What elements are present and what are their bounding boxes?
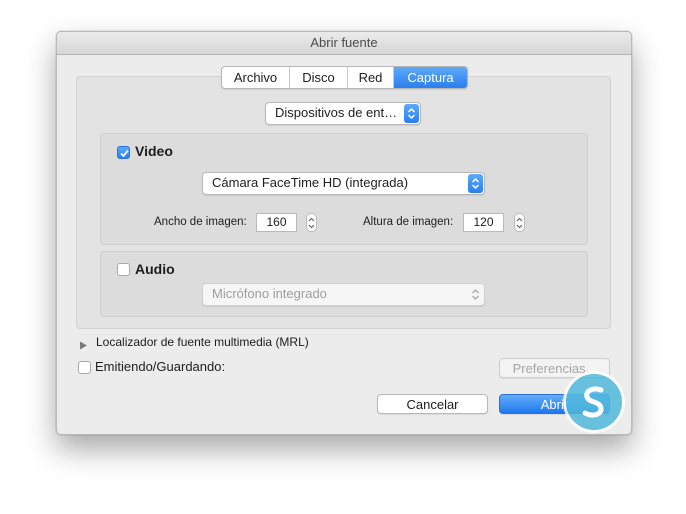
height-label: Altura de imagen: (363, 216, 454, 228)
popup-arrows-icon (404, 104, 419, 123)
capture-source-popup[interactable]: Dispositivos de ent… (265, 102, 421, 125)
streaming-checkbox[interactable] (78, 361, 91, 374)
audio-label: Audio (135, 261, 175, 277)
source-tabs: Archivo Disco Red Captura (221, 66, 468, 89)
popup-arrows-icon (468, 174, 483, 193)
audio-device-popup[interactable]: Micrófono integrado (202, 283, 485, 306)
dialog-title: Abrir fuente (57, 32, 631, 55)
tab-archivo[interactable]: Archivo (222, 67, 290, 88)
capture-source-value: Dispositivos de ent… (275, 105, 398, 120)
video-device-value: Cámara FaceTime HD (integrada) (212, 175, 409, 190)
tab-captura[interactable]: Captura (394, 67, 467, 88)
width-input[interactable]: 160 (256, 213, 297, 232)
streaming-label: Emitiendo/Guardando: (95, 359, 226, 374)
cancel-button[interactable]: Cancelar (377, 394, 488, 414)
tab-red[interactable]: Red (348, 67, 394, 88)
audio-device-value: Micrófono integrado (212, 286, 327, 301)
tab-disco[interactable]: Disco (290, 67, 348, 88)
video-checkbox[interactable] (117, 146, 130, 159)
site-logo-icon (566, 374, 622, 430)
mrl-label[interactable]: Localizador de fuente multimedia (MRL) (96, 335, 309, 349)
height-input[interactable]: 120 (463, 213, 504, 232)
width-label: Ancho de imagen: (154, 216, 247, 228)
audio-checkbox[interactable] (117, 263, 130, 276)
video-label: Video (135, 143, 173, 159)
disclosure-triangle-icon[interactable] (79, 338, 88, 353)
height-stepper[interactable] (514, 213, 525, 232)
popup-arrows-icon (468, 285, 483, 304)
video-device-popup[interactable]: Cámara FaceTime HD (integrada) (202, 172, 485, 195)
open-source-dialog: Abrir fuente Archivo Disco Red Captura D… (56, 31, 632, 435)
width-stepper[interactable] (306, 213, 317, 232)
